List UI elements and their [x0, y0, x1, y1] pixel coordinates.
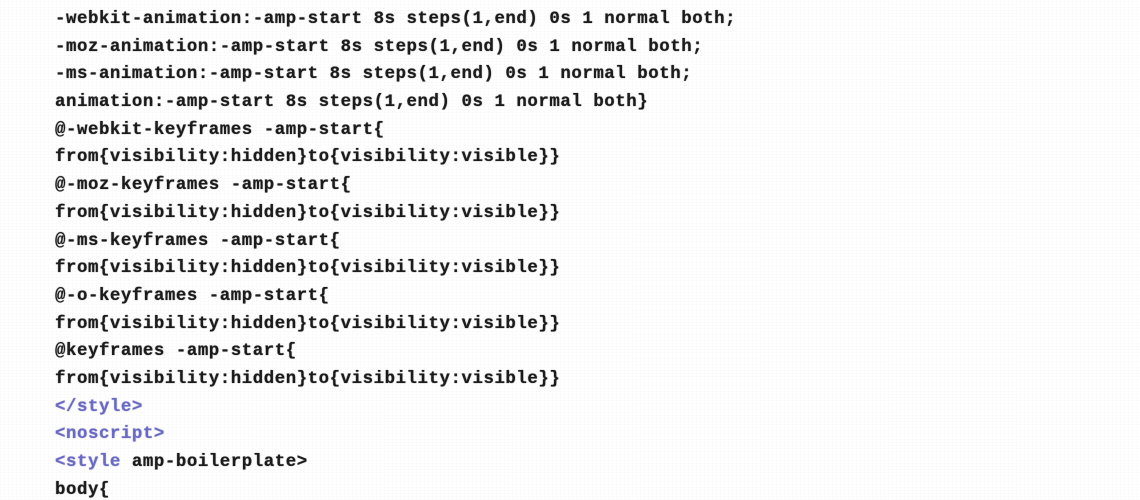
code-line: @-ms-keyframes -amp-start{: [55, 228, 736, 256]
code-lines-container: -webkit-animation:-amp-start 8s steps(1,…: [55, 6, 736, 500]
code-token-text: animation:-amp-start 8s steps(1,end) 0s …: [55, 93, 649, 113]
code-line: -webkit-animation:-amp-start 8s steps(1,…: [55, 6, 736, 34]
code-token-text: amp-boilerplate>: [120, 453, 308, 472]
code-line: @-o-keyframes -amp-start{: [55, 283, 736, 311]
code-token-text: from{visibility:hidden}to{visibility:vis…: [55, 259, 561, 279]
code-token-text: from{visibility:hidden}to{visibility:vis…: [55, 148, 561, 168]
code-token-text: from{visibility:hidden}to{visibility:vis…: [55, 369, 561, 389]
code-line: from{visibility:hidden}to{visibility:vis…: [55, 200, 736, 228]
code-token-text: from{visibility:hidden}to{visibility:vis…: [55, 314, 561, 334]
code-token-text: -webkit-animation:-amp-start 8s steps(1,…: [55, 10, 737, 29]
code-line: <style amp-boilerplate>: [55, 449, 736, 477]
code-token-tag: <noscript>: [55, 425, 165, 445]
code-line: from{visibility:hidden}to{visibility:vis…: [55, 366, 736, 394]
code-token-text: @-moz-keyframes -amp-start{: [55, 176, 352, 196]
code-line: @keyframes -amp-start{: [55, 338, 736, 366]
code-token-text: from{visibility:hidden}to{visibility:vis…: [55, 203, 561, 223]
code-line: from{visibility:hidden}to{visibility:vis…: [55, 144, 736, 172]
code-line: @-moz-keyframes -amp-start{: [55, 172, 736, 200]
code-line: @-webkit-keyframes -amp-start{: [55, 117, 736, 145]
code-token-tag: </style>: [55, 397, 143, 417]
code-line: from{visibility:hidden}to{visibility:vis…: [55, 311, 736, 339]
code-token-text: @-o-keyframes -amp-start{: [55, 286, 330, 306]
code-token-tag: <style: [55, 453, 121, 472]
code-listing-viewport: -webkit-animation:-amp-start 8s steps(1,…: [0, 0, 1140, 500]
code-line: animation:-amp-start 8s steps(1,end) 0s …: [55, 89, 736, 117]
code-token-text: body{: [55, 480, 110, 500]
code-token-text: -ms-animation:-amp-start 8s steps(1,end)…: [55, 65, 693, 85]
code-token-text: @-webkit-keyframes -amp-start{: [55, 120, 385, 140]
code-line: from{visibility:hidden}to{visibility:vis…: [55, 255, 736, 283]
code-line: -ms-animation:-amp-start 8s steps(1,end)…: [55, 61, 736, 89]
code-line: -moz-animation:-amp-start 8s steps(1,end…: [55, 34, 736, 62]
code-token-text: @-ms-keyframes -amp-start{: [55, 231, 341, 251]
code-line: <noscript>: [55, 421, 736, 449]
code-line: </style>: [55, 394, 736, 422]
code-token-text: @keyframes -amp-start{: [55, 342, 297, 362]
code-line: body{: [55, 477, 736, 500]
code-token-text: -moz-animation:-amp-start 8s steps(1,end…: [55, 37, 704, 57]
